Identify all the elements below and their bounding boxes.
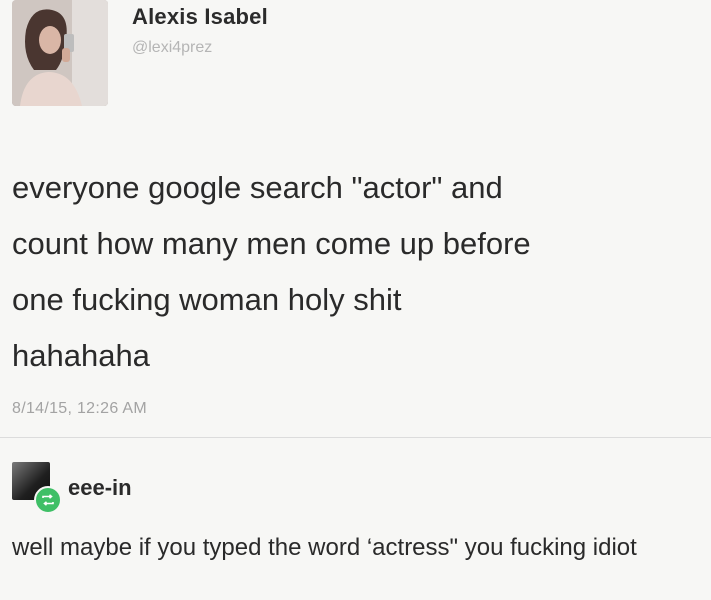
retweet-icon [34,486,62,514]
author-avatar[interactable] [12,0,108,106]
author-name[interactable]: Alexis Isabel [132,4,268,30]
author-handle[interactable]: @lexi4prez [132,39,212,57]
reply-body: well maybe if you typed the word ‘actres… [12,534,637,561]
divider [0,437,711,438]
tweet-timestamp[interactable]: 8/14/15, 12:26 AM [12,400,147,418]
reply-author-avatar[interactable] [12,462,62,514]
reply-author-name[interactable]: eee-in [68,475,132,501]
tweet-body: everyone google search "actor" and count… [12,170,531,373]
profile-photo-icon [12,0,108,106]
tweet-card: Alexis Isabel @lexi4prez everyone google… [0,0,711,600]
